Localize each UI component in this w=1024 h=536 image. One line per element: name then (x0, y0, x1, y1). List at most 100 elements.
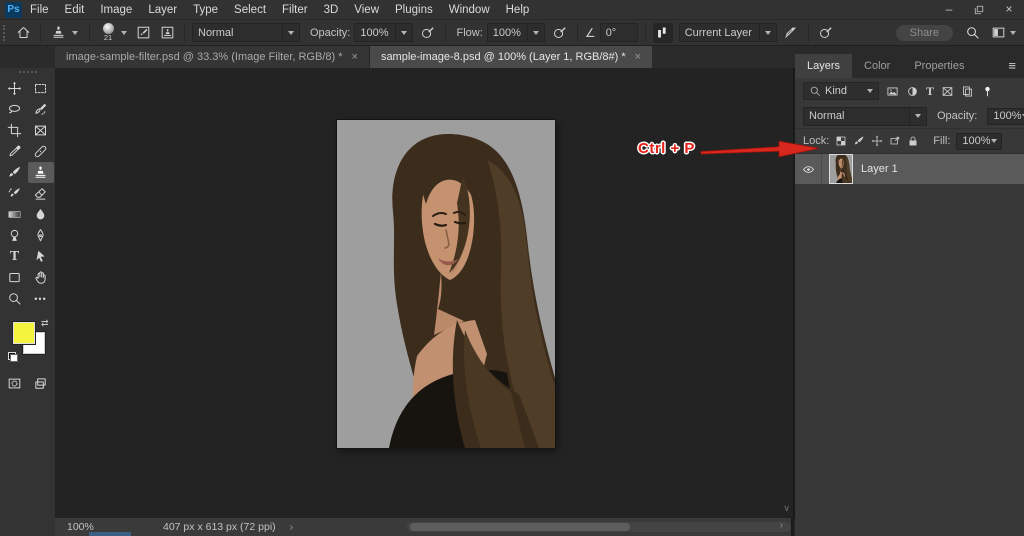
menu-plugins[interactable]: Plugins (387, 0, 441, 20)
restore-button[interactable] (964, 0, 994, 20)
gradient-tool[interactable] (2, 204, 28, 225)
menu-image[interactable]: Image (92, 0, 140, 20)
airbrush-icon[interactable] (550, 23, 570, 43)
scrollbar-thumb[interactable] (410, 523, 630, 531)
flow-select[interactable]: 100% (486, 23, 545, 42)
blend-mode-select[interactable]: Normal (192, 23, 300, 42)
layer-blend-mode-select[interactable]: Normal (803, 106, 927, 126)
default-colors-icon[interactable] (7, 352, 18, 362)
brush-tool[interactable] (2, 162, 28, 183)
zoom-tool[interactable] (2, 288, 28, 309)
menu-file[interactable]: File (22, 0, 57, 20)
layer-fill-select[interactable]: 100% (956, 132, 1003, 150)
pen-tool[interactable] (28, 225, 54, 246)
workspace-icon[interactable] (988, 23, 1008, 43)
minimize-button[interactable]: – (934, 0, 964, 20)
chevron-down-icon[interactable]: ∨ (783, 503, 790, 514)
tab-properties[interactable]: Properties (902, 54, 976, 78)
menu-layer[interactable]: Layer (140, 0, 185, 20)
horizontal-scrollbar[interactable] (407, 522, 791, 532)
path-selection-tool[interactable] (28, 246, 54, 267)
lasso-tool[interactable] (2, 99, 28, 120)
zoom-level-field[interactable]: 100% (67, 518, 131, 536)
filter-pixel-layers-icon[interactable] (886, 85, 899, 98)
menu-select[interactable]: Select (226, 0, 274, 20)
filter-adjustment-layers-icon[interactable] (906, 85, 919, 98)
grip-handle[interactable] (3, 24, 8, 41)
dodge-tool[interactable] (2, 225, 28, 246)
close-button[interactable]: × (994, 0, 1024, 20)
filter-toggle-icon[interactable] (981, 85, 994, 98)
clone-stamp-tool-icon[interactable] (48, 23, 68, 43)
crop-tool[interactable] (2, 120, 28, 141)
aligned-toggle-icon[interactable] (652, 22, 673, 43)
swap-colors-icon[interactable]: ⇄ (41, 319, 49, 328)
brush-preset-picker[interactable]: 21 (97, 23, 119, 42)
grip-handle[interactable] (18, 71, 37, 75)
document-tab-1[interactable]: image-sample-filter.psd @ 33.3% (Image F… (55, 46, 370, 68)
filter-smart-objects-icon[interactable] (961, 85, 974, 98)
healing-brush-tool[interactable] (28, 141, 54, 162)
quick-mask-mode-icon[interactable] (2, 373, 28, 394)
blur-tool[interactable] (28, 204, 54, 225)
menu-help[interactable]: Help (498, 0, 538, 20)
screen-mode-icon[interactable] (28, 373, 54, 394)
share-button[interactable]: Share (895, 24, 953, 41)
clone-source-panel-icon[interactable] (157, 23, 177, 43)
move-tool[interactable] (2, 78, 28, 99)
home-icon[interactable] (13, 23, 33, 43)
opacity-select[interactable]: 100% (354, 23, 413, 42)
layer-name[interactable]: Layer 1 (861, 163, 898, 175)
chevron-down-icon[interactable] (72, 30, 78, 35)
layer-list: Layer 1 (795, 154, 1024, 484)
filter-kind-select[interactable]: Kind (803, 82, 879, 100)
menu-filter[interactable]: Filter (274, 0, 316, 20)
lock-artboard-icon[interactable] (889, 135, 901, 147)
filter-shape-layers-icon[interactable] (941, 85, 954, 98)
layer-opacity-select[interactable]: 100% (987, 107, 1024, 125)
document-tab-2[interactable]: sample-image-8.psd @ 100% (Layer 1, RGB/… (369, 46, 653, 68)
angle-input[interactable]: 0° (599, 23, 638, 42)
lock-paint-icon[interactable] (853, 135, 865, 147)
history-brush-tool[interactable] (2, 183, 28, 204)
chevron-right-icon[interactable]: › (780, 520, 783, 532)
menu-window[interactable]: Window (441, 0, 498, 20)
pressure-size-icon[interactable] (816, 23, 836, 43)
layer-thumbnail[interactable] (830, 155, 852, 183)
tab-layers[interactable]: Layers (795, 54, 853, 78)
chevron-right-icon[interactable]: › (290, 521, 294, 533)
menu-view[interactable]: View (346, 0, 387, 20)
foreground-color-swatch[interactable] (12, 322, 35, 344)
opacity-pressure-icon[interactable] (418, 23, 438, 43)
filter-type-layers-icon[interactable]: T (926, 84, 934, 99)
object-selection-tool[interactable] (28, 99, 54, 120)
close-icon[interactable]: × (352, 51, 358, 63)
lock-position-icon[interactable] (871, 135, 883, 147)
shape-tool[interactable] (2, 267, 28, 288)
ignore-adjustment-layers-icon[interactable] (781, 23, 801, 43)
brush-settings-panel-icon[interactable] (133, 23, 153, 43)
menu-3d[interactable]: 3D (316, 0, 347, 20)
hand-tool[interactable] (28, 267, 54, 288)
eyedropper-tool[interactable] (2, 141, 28, 162)
document-canvas[interactable] (337, 120, 555, 448)
tab-color[interactable]: Color (852, 54, 902, 78)
chevron-down-icon[interactable] (121, 30, 127, 35)
layer-row[interactable]: Layer 1 (795, 154, 1024, 184)
sample-mode-select[interactable]: Current Layer (678, 23, 777, 42)
type-tool[interactable]: T (2, 246, 28, 267)
panel-menu-icon[interactable]: ≡ (1008, 54, 1016, 78)
edit-toolbar-icon[interactable]: ••• (28, 288, 54, 309)
frame-tool[interactable] (28, 120, 54, 141)
marquee-tool[interactable] (28, 78, 54, 99)
close-icon[interactable]: × (635, 51, 641, 63)
lock-transparency-icon[interactable] (835, 135, 847, 147)
menu-edit[interactable]: Edit (57, 0, 93, 20)
eraser-tool[interactable] (28, 183, 54, 204)
brush-size-value: 21 (103, 33, 113, 42)
chevron-down-icon[interactable] (1010, 30, 1016, 35)
lock-all-icon[interactable] (907, 135, 919, 147)
clone-stamp-tool[interactable] (27, 162, 54, 183)
search-icon[interactable] (962, 23, 982, 43)
menu-type[interactable]: Type (185, 0, 226, 20)
